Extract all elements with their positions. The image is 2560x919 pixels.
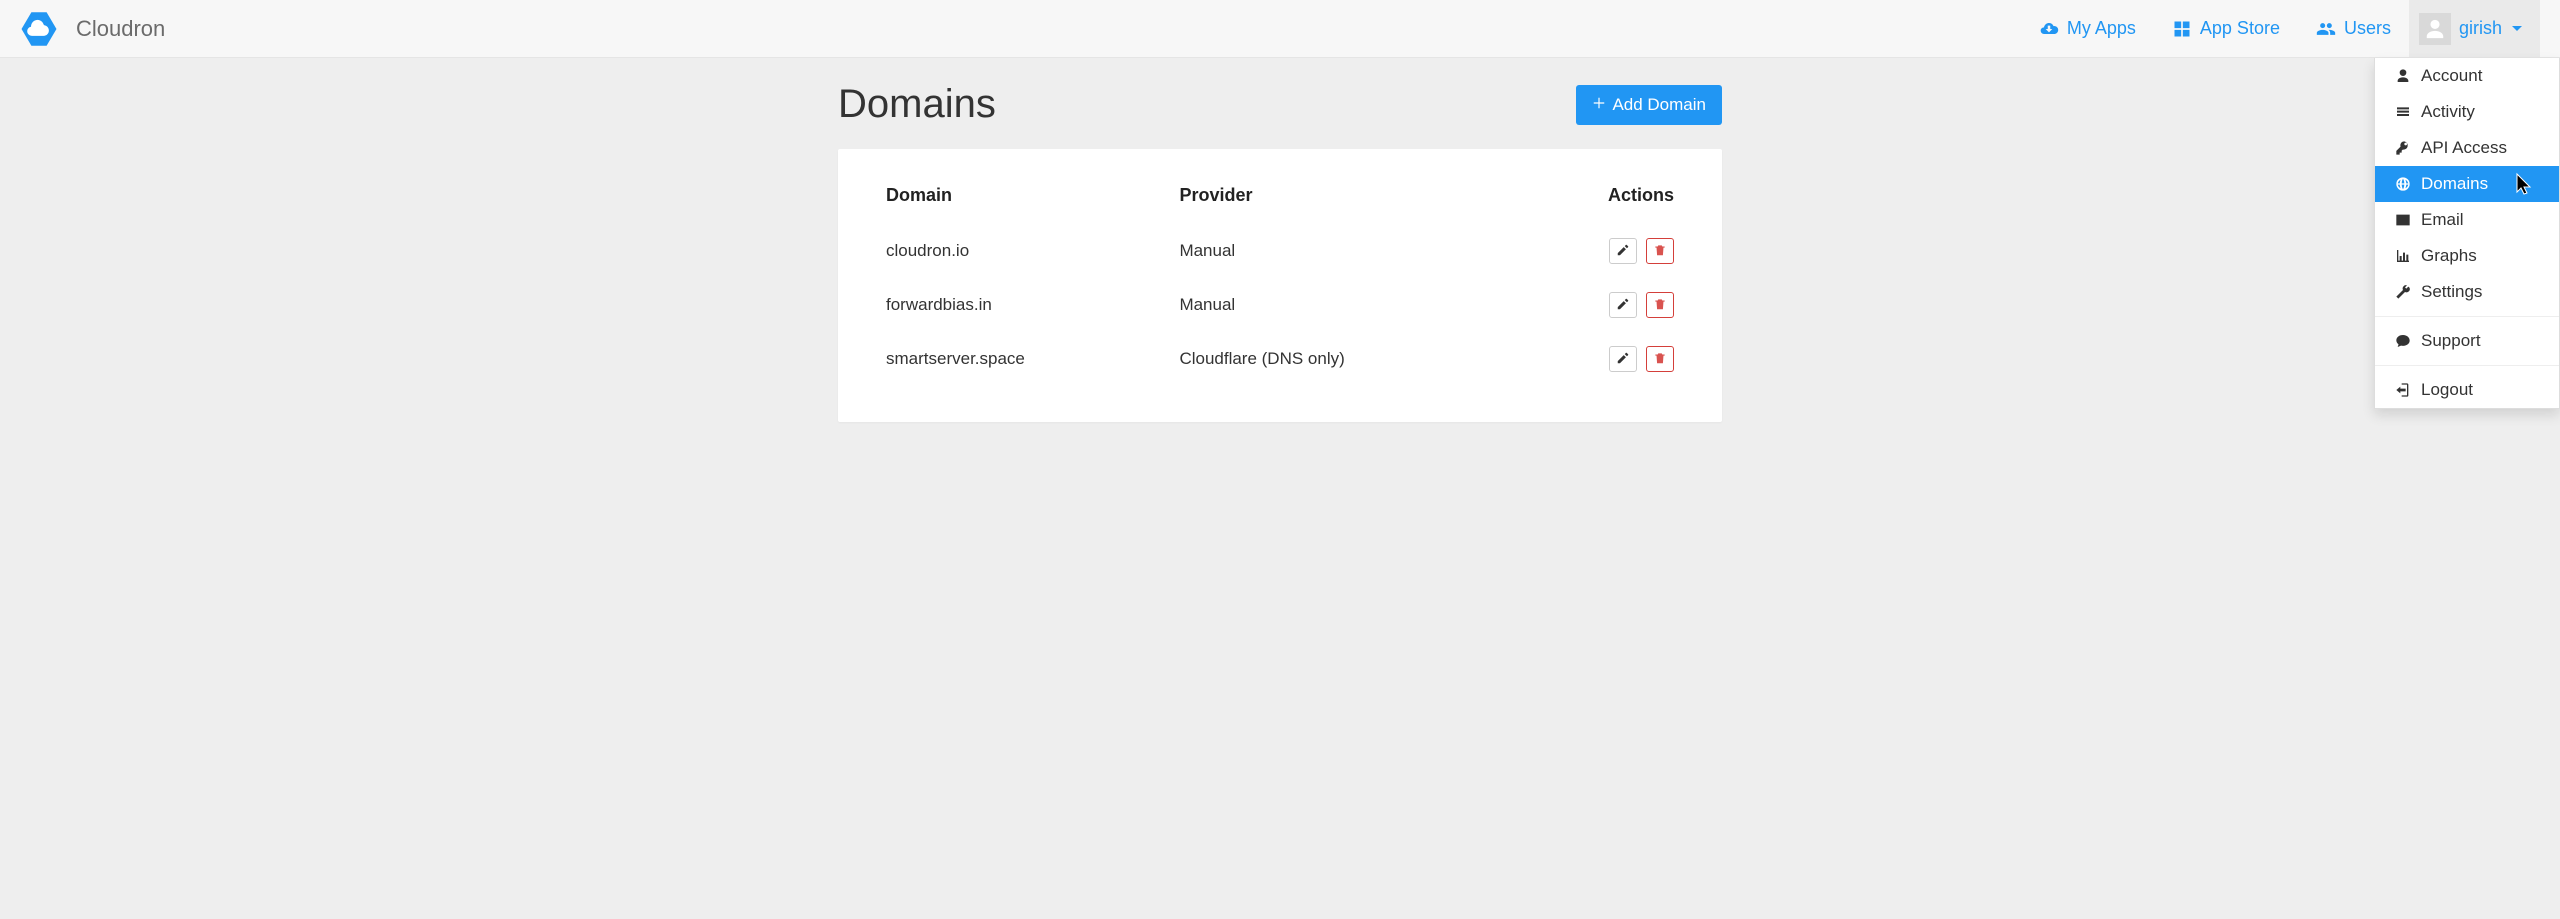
cursor-icon [2515,172,2535,201]
add-domain-button[interactable]: Add Domain [1576,85,1722,125]
dropdown-account[interactable]: Account [2375,58,2559,94]
table-row: forwardbias.in Manual [886,278,1674,332]
envelope-icon [2395,212,2411,228]
dropdown-activity[interactable]: Activity [2375,94,2559,130]
dropdown-logout-label: Logout [2421,380,2473,400]
col-provider: Provider [1179,177,1528,224]
page: Domains Add Domain Domain Provider Actio… [838,82,1722,462]
user-icon [2395,68,2411,84]
domains-table: Domain Provider Actions cloudron.io Manu… [886,177,1674,386]
nav-my-apps-label: My Apps [2067,18,2136,39]
dropdown-domains-label: Domains [2421,174,2488,194]
user-menu-toggle[interactable]: girish [2409,0,2540,57]
dropdown-email[interactable]: Email [2375,202,2559,238]
plus-icon [1592,95,1606,115]
bar-chart-icon [2395,248,2411,264]
brand-name: Cloudron [76,16,165,42]
provider-cell: Cloudflare (DNS only) [1179,332,1528,386]
domain-cell: smartserver.space [886,332,1179,386]
comment-icon [2395,333,2411,349]
actions-cell [1529,332,1674,386]
dropdown-settings-label: Settings [2421,282,2482,302]
dropdown-settings[interactable]: Settings [2375,274,2559,310]
nav-users-label: Users [2344,18,2391,39]
nav-right: My Apps App Store Users girish [2021,0,2540,57]
dropdown-support-label: Support [2421,331,2481,351]
dropdown-domains[interactable]: Domains [2375,166,2559,202]
pencil-icon [1616,351,1630,368]
domain-cell: cloudron.io [886,224,1179,278]
provider-cell: Manual [1179,278,1528,332]
brand[interactable]: Cloudron [20,10,165,48]
provider-cell: Manual [1179,224,1528,278]
dropdown-support[interactable]: Support [2375,323,2559,359]
trash-icon [1653,351,1667,368]
add-domain-label: Add Domain [1612,95,1706,115]
users-icon [2316,19,2336,39]
globe-icon [2395,176,2411,192]
page-title: Domains [838,82,996,127]
cloud-download-icon [2039,19,2059,39]
dropdown-divider [2375,365,2559,366]
nav-users[interactable]: Users [2298,0,2409,57]
trash-icon [1653,243,1667,260]
navbar: Cloudron My Apps App Store Users girish [0,0,2560,58]
edit-domain-button[interactable] [1609,346,1637,372]
col-domain: Domain [886,177,1179,224]
dropdown-account-label: Account [2421,66,2482,86]
wrench-icon [2395,284,2411,300]
domains-card: Domain Provider Actions cloudron.io Manu… [838,149,1722,422]
dropdown-api-access-label: API Access [2421,138,2507,158]
avatar [2419,13,2451,45]
trash-icon [1653,297,1667,314]
edit-domain-button[interactable] [1609,292,1637,318]
dropdown-logout[interactable]: Logout [2375,372,2559,408]
actions-cell [1529,278,1674,332]
col-actions: Actions [1529,177,1674,224]
dropdown-email-label: Email [2421,210,2464,230]
pencil-icon [1616,297,1630,314]
user-dropdown: Account Activity API Access Domains Emai… [2374,58,2560,409]
cloudron-logo-icon [20,10,58,48]
nav-my-apps[interactable]: My Apps [2021,0,2154,57]
actions-cell [1529,224,1674,278]
table-row: smartserver.space Cloudflare (DNS only) [886,332,1674,386]
table-row: cloudron.io Manual [886,224,1674,278]
dropdown-graphs[interactable]: Graphs [2375,238,2559,274]
delete-domain-button[interactable] [1646,238,1674,264]
sign-out-icon [2395,382,2411,398]
dropdown-api-access[interactable]: API Access [2375,130,2559,166]
caret-down-icon [2512,26,2522,31]
nav-app-store[interactable]: App Store [2154,0,2298,57]
delete-domain-button[interactable] [1646,346,1674,372]
pencil-icon [1616,243,1630,260]
dropdown-graphs-label: Graphs [2421,246,2477,266]
key-icon [2395,140,2411,156]
dropdown-activity-label: Activity [2421,102,2475,122]
grid-icon [2172,19,2192,39]
domain-cell: forwardbias.in [886,278,1179,332]
username: girish [2459,18,2502,39]
page-header: Domains Add Domain [838,82,1722,127]
dropdown-divider [2375,316,2559,317]
edit-domain-button[interactable] [1609,238,1637,264]
delete-domain-button[interactable] [1646,292,1674,318]
list-icon [2395,104,2411,120]
nav-app-store-label: App Store [2200,18,2280,39]
